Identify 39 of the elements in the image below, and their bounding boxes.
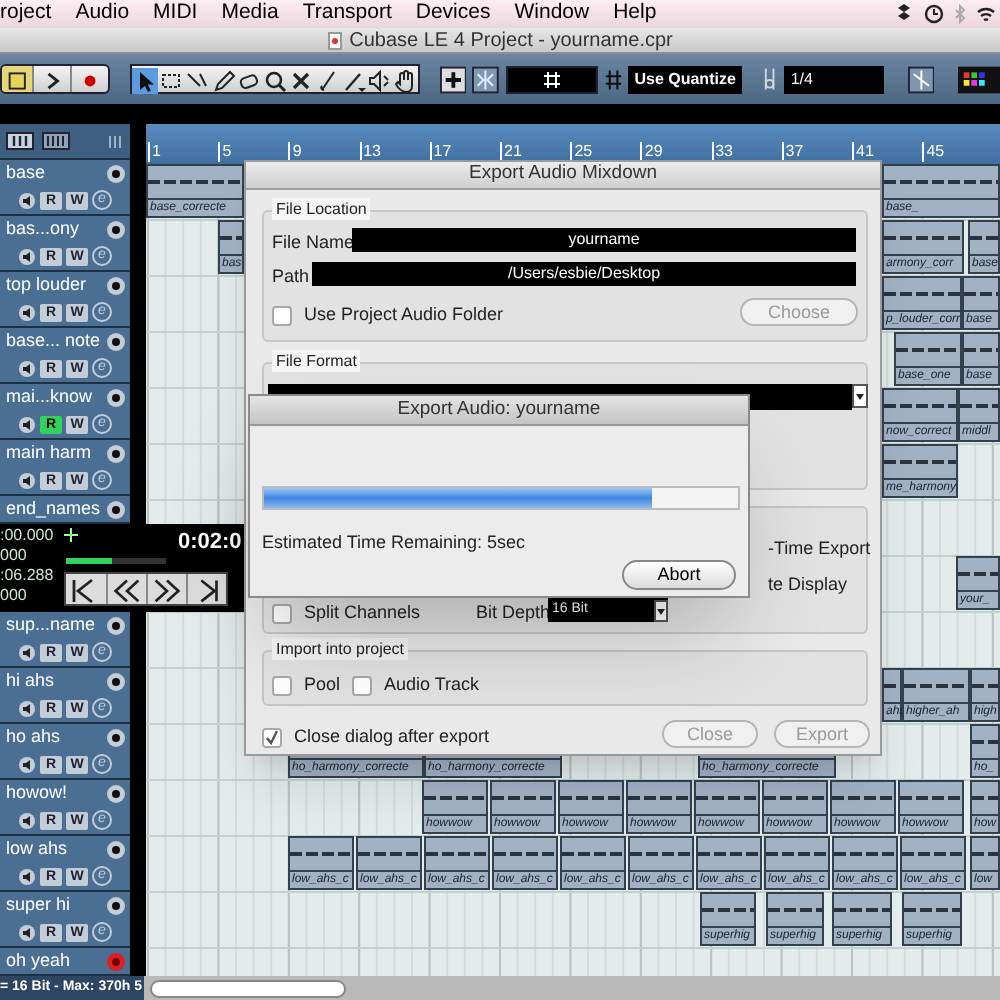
track-name: low ahs bbox=[6, 836, 70, 863]
field-label: File Name bbox=[272, 230, 355, 256]
checkbox-label: Pool bbox=[304, 672, 341, 698]
bar-number: 1 bbox=[148, 142, 161, 162]
option-label: te Display bbox=[768, 572, 848, 598]
window-title: Cubase LE 4 Project - yourname.cpr bbox=[349, 27, 673, 55]
bar-number: 5 bbox=[218, 142, 232, 162]
track-name: end_names bbox=[6, 496, 103, 522]
track-name: main harm bbox=[6, 440, 94, 467]
group-title: File Location bbox=[272, 198, 371, 220]
checkbox-label: Audio Track bbox=[384, 672, 480, 698]
group-title: Import into project bbox=[272, 638, 409, 660]
track-name: hi ahs bbox=[6, 668, 57, 695]
track-name: ho ahs bbox=[6, 724, 63, 751]
time-display: 000 bbox=[0, 546, 29, 566]
track-name: bas...ony bbox=[6, 216, 82, 243]
track-name: super hi bbox=[6, 892, 73, 919]
track-name: top louder bbox=[6, 272, 89, 299]
track-name: base bbox=[6, 160, 48, 187]
remaining-time-text: Estimated Time Remaining: 5sec bbox=[262, 530, 526, 556]
time-display: 000 bbox=[0, 586, 29, 606]
track-name: oh yeah bbox=[6, 948, 73, 974]
track-name: base... note bbox=[6, 328, 103, 355]
bar-number: 45 bbox=[922, 142, 945, 162]
dialog-title: Export Audio: yourname bbox=[397, 395, 601, 424]
field-label: Path bbox=[272, 264, 310, 290]
time-display: :06.288 bbox=[0, 566, 56, 586]
track-name: howow! bbox=[6, 780, 70, 807]
dialog-title: Export Audio Mixdown bbox=[469, 160, 657, 189]
track-name: sup...name bbox=[6, 612, 98, 639]
group-title: File Format bbox=[272, 350, 361, 372]
time-display: :00.000 bbox=[0, 526, 56, 546]
option-label: -Time Export bbox=[768, 536, 871, 562]
checkbox-label: Use Project Audio Folder bbox=[304, 302, 504, 328]
track-name: mai...know bbox=[6, 384, 95, 411]
field-label: Bit Depth bbox=[476, 600, 551, 626]
checkbox-label: Split Channels bbox=[304, 600, 421, 626]
checkbox-label: Close dialog after export bbox=[294, 724, 490, 750]
main-time-display: 0:02:0 bbox=[178, 530, 242, 554]
